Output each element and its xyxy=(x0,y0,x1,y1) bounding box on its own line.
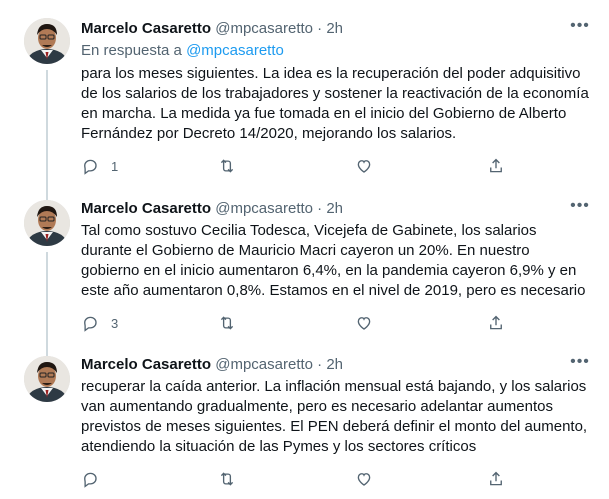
avatar[interactable] xyxy=(24,356,70,402)
more-icon[interactable]: ••• xyxy=(569,354,591,375)
author-handle[interactable]: @mpcasaretto xyxy=(215,200,313,217)
thread-connector xyxy=(46,187,48,200)
author-handle[interactable]: @mpcasaretto xyxy=(215,356,313,373)
tweet-header: Marcelo Casaretto @mpcasaretto · 2h xyxy=(81,355,343,375)
more-icon[interactable]: ••• xyxy=(569,18,591,39)
share-icon xyxy=(490,471,502,486)
tweet-actions: 3 xyxy=(81,313,511,333)
reply-button[interactable] xyxy=(81,469,111,489)
author-name[interactable]: Marcelo Casaretto xyxy=(81,20,211,37)
like-icon xyxy=(357,473,371,486)
tweet-header: Marcelo Casaretto @mpcasaretto · 2h xyxy=(81,19,343,39)
separator-dot: · xyxy=(317,20,323,37)
like-button[interactable] xyxy=(355,313,385,333)
reply-icon xyxy=(84,316,97,332)
tweet-text: Tal como sostuvo Cecilia Todesca, Viceje… xyxy=(81,222,586,299)
share-icon xyxy=(490,158,502,173)
like-icon xyxy=(357,317,371,330)
tweet-text: recuperar la caída anterior. La inflació… xyxy=(81,378,588,455)
author-name[interactable]: Marcelo Casaretto xyxy=(81,200,211,217)
reply-icon xyxy=(84,472,97,488)
retweet-icon xyxy=(220,472,234,486)
thread-connector xyxy=(46,343,48,356)
reply-prefix: En respuesta a xyxy=(81,42,182,59)
separator-dot: · xyxy=(317,200,323,217)
tweet-thread: Marcelo Casaretto @mpcasaretto · 2h ••• … xyxy=(0,0,609,499)
more-icon[interactable]: ••• xyxy=(569,198,591,219)
tweet[interactable]: Marcelo Casaretto @mpcasaretto · 2h ••• … xyxy=(0,0,609,187)
like-button[interactable] xyxy=(355,469,385,489)
timestamp[interactable]: 2h xyxy=(326,356,343,373)
like-icon xyxy=(357,160,371,173)
reply-context: En respuesta a @mpcasaretto xyxy=(81,41,284,61)
timestamp[interactable]: 2h xyxy=(326,20,343,37)
retweet-icon xyxy=(220,316,234,330)
retweet-icon xyxy=(220,159,234,173)
reply-icon xyxy=(84,159,97,175)
retweet-button[interactable] xyxy=(218,156,248,176)
share-button[interactable] xyxy=(487,469,505,489)
tweet[interactable]: Marcelo Casaretto @mpcasaretto · 2h ••• … xyxy=(0,187,609,343)
tweet-actions: 1 xyxy=(81,156,511,176)
tweet-actions xyxy=(81,469,511,489)
reply-count: 1 xyxy=(111,158,119,174)
share-icon xyxy=(490,315,502,330)
timestamp[interactable]: 2h xyxy=(326,200,343,217)
thread-connector xyxy=(46,252,48,343)
author-handle[interactable]: @mpcasaretto xyxy=(215,20,313,37)
tweet[interactable]: Marcelo Casaretto @mpcasaretto · 2h ••• … xyxy=(0,343,609,499)
avatar[interactable] xyxy=(24,200,70,246)
thread-connector xyxy=(46,70,48,187)
author-name[interactable]: Marcelo Casaretto xyxy=(81,356,211,373)
share-button[interactable] xyxy=(487,313,505,333)
tweet-text: para los meses siguientes. La idea es la… xyxy=(81,65,589,142)
reply-mention-link[interactable]: @mpcasaretto xyxy=(186,42,284,59)
share-button[interactable] xyxy=(487,156,505,176)
reply-count: 3 xyxy=(111,315,119,331)
retweet-button[interactable] xyxy=(218,469,248,489)
retweet-button[interactable] xyxy=(218,313,248,333)
reply-button[interactable]: 3 xyxy=(81,313,118,333)
avatar[interactable] xyxy=(24,18,70,64)
tweet-header: Marcelo Casaretto @mpcasaretto · 2h xyxy=(81,199,343,219)
like-button[interactable] xyxy=(355,156,385,176)
separator-dot: · xyxy=(317,356,323,373)
reply-button[interactable]: 1 xyxy=(81,156,118,176)
